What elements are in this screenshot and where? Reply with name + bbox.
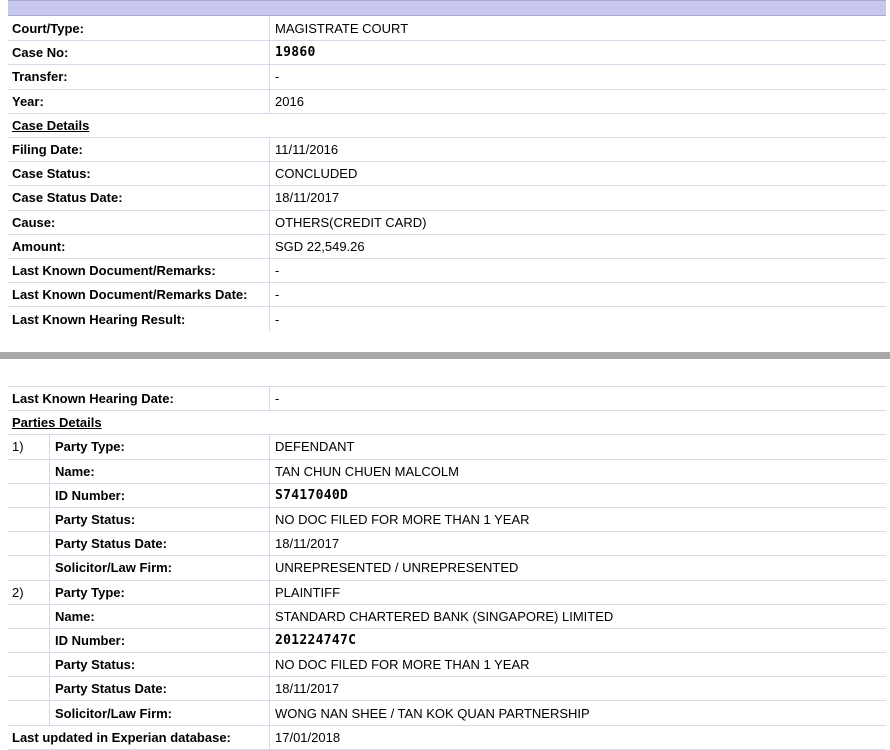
parties-heading-row: Parties Details xyxy=(8,411,886,436)
row-last-hearing-result: Last Known Hearing Result: - xyxy=(8,307,886,332)
last-hearing-date-value: - xyxy=(275,391,280,407)
last-updated-label: Last updated in Experian database: xyxy=(8,725,270,749)
party-number-cell xyxy=(8,677,50,701)
year-label: Year: xyxy=(8,89,270,113)
name-value: STANDARD CHARTERED BANK (SINGAPORE) LIMI… xyxy=(275,608,614,624)
transfer-label: Transfer: xyxy=(8,65,270,89)
name-label: Name: xyxy=(51,604,270,628)
filing-date-value: 11/11/2016 xyxy=(275,142,339,158)
amount-label: Amount: xyxy=(8,234,270,258)
row-last-hearing-date: Last Known Hearing Date: - xyxy=(8,387,886,412)
row-last-updated: Last updated in Experian database: 17/01… xyxy=(8,725,886,750)
row-court-type: Court/Type: MAGISTRATE COURT xyxy=(8,17,886,42)
party-2-solicitor-row: Solicitor/Law Firm: WONG NAN SHEE / TAN … xyxy=(8,701,886,726)
party-number-cell xyxy=(8,653,50,677)
row-transfer: Transfer: - xyxy=(8,65,886,90)
party-status-date-label: Party Status Date: xyxy=(51,532,270,556)
row-case-status: Case Status: CONCLUDED xyxy=(8,162,886,187)
solicitor-label: Solicitor/Law Firm: xyxy=(51,701,270,725)
case-status-value: CONCLUDED xyxy=(275,166,358,182)
case-status-label: Case Status: xyxy=(8,162,270,186)
party-1-solicitor-row: Solicitor/Law Firm: UNREPRESENTED / UNRE… xyxy=(8,556,886,581)
party-number-cell xyxy=(8,556,50,580)
party-1-type-row: 1) Party Type: DEFENDANT xyxy=(8,435,886,460)
cause-value: OTHERS(CREDIT CARD) xyxy=(275,214,427,230)
last-hearing-result-label: Last Known Hearing Result: xyxy=(8,307,270,332)
parties-heading: Parties Details xyxy=(12,415,102,431)
row-last-doc-date: Last Known Document/Remarks Date: - xyxy=(8,283,886,308)
row-amount: Amount: SGD 22,549.26 xyxy=(8,234,886,259)
case-table-top: Court/Type: MAGISTRATE COURT Case No: 19… xyxy=(8,17,886,332)
party-status-label: Party Status: xyxy=(51,507,270,532)
last-doc-date-value: - xyxy=(275,287,280,303)
table-header-bar xyxy=(8,0,886,16)
party-1-id-row: ID Number: S7417040D xyxy=(8,483,886,508)
case-details-heading-row: Case Details xyxy=(8,114,886,138)
name-value: TAN CHUN CHUEN MALCOLM xyxy=(275,463,459,479)
last-doc-label: Last Known Document/Remarks: xyxy=(8,258,270,283)
party-type-value: PLAINTIFF xyxy=(275,584,341,600)
case-details-heading: Case Details xyxy=(12,117,90,133)
party-number-cell xyxy=(8,701,50,725)
id-number-label: ID Number: xyxy=(51,628,270,653)
party-1-status-row: Party Status: NO DOC FILED FOR MORE THAN… xyxy=(8,507,886,533)
case-status-date-label: Case Status Date: xyxy=(8,186,270,210)
last-updated-value: 17/01/2018 xyxy=(275,729,341,745)
row-case-status-date: Case Status Date: 18/11/2017 xyxy=(8,186,886,211)
party-2-status-row: Party Status: NO DOC FILED FOR MORE THAN… xyxy=(8,653,886,678)
party-type-label: Party Type: xyxy=(51,580,270,604)
party-2-status-date-row: Party Status Date: 18/11/2017 xyxy=(8,677,886,702)
party-status-date-label: Party Status Date: xyxy=(51,677,270,701)
case-no-label: Case No: xyxy=(8,41,270,65)
party-2-name-row: Name: STANDARD CHARTERED BANK (SINGAPORE… xyxy=(8,604,886,629)
case-no-value: 19860 xyxy=(275,45,316,61)
party-type-label: Party Type: xyxy=(51,435,270,459)
party-status-date-value: 18/11/2017 xyxy=(275,536,340,552)
last-doc-value: - xyxy=(275,262,280,278)
solicitor-label: Solicitor/Law Firm: xyxy=(51,556,270,580)
party-status-date-value: 18/11/2017 xyxy=(275,681,340,697)
court-type-label: Court/Type: xyxy=(8,17,270,41)
last-doc-date-label: Last Known Document/Remarks Date: xyxy=(8,283,270,307)
id-number-label: ID Number: xyxy=(51,483,270,507)
name-label: Name: xyxy=(51,459,270,483)
court-type-value: MAGISTRATE COURT xyxy=(275,21,409,37)
party-number-cell xyxy=(8,507,50,532)
year-value: 2016 xyxy=(275,93,304,109)
filing-date-label: Filing Date: xyxy=(8,137,270,162)
case-table-bottom: Last Known Hearing Date: - Parties Detai… xyxy=(8,386,886,750)
last-hearing-date-label: Last Known Hearing Date: xyxy=(8,387,270,411)
party-status-value: NO DOC FILED FOR MORE THAN 1 YEAR xyxy=(275,512,530,528)
page-break-divider xyxy=(0,352,890,359)
solicitor-value: WONG NAN SHEE / TAN KOK QUAN PARTNERSHIP xyxy=(275,705,590,721)
party-number-cell xyxy=(8,532,50,556)
row-filing-date: Filing Date: 11/11/2016 xyxy=(8,137,886,163)
row-cause: Cause: OTHERS(CREDIT CARD) xyxy=(8,210,886,235)
party-1-status-date-row: Party Status Date: 18/11/2017 xyxy=(8,532,886,557)
party-number-cell xyxy=(8,604,50,628)
cause-label: Cause: xyxy=(8,210,270,234)
party-number-cell xyxy=(8,483,50,507)
party-status-value: NO DOC FILED FOR MORE THAN 1 YEAR xyxy=(275,657,530,673)
case-status-date-value: 18/11/2017 xyxy=(275,190,340,206)
solicitor-value: UNREPRESENTED / UNREPRESENTED xyxy=(275,560,519,576)
amount-value: SGD 22,549.26 xyxy=(275,238,365,254)
party-status-label: Party Status: xyxy=(51,653,270,677)
party-2-id-row: ID Number: 201224747C xyxy=(8,628,886,654)
transfer-value: - xyxy=(275,69,280,85)
row-last-doc: Last Known Document/Remarks: - xyxy=(8,258,886,284)
party-2-number: 2) xyxy=(8,580,50,604)
row-year: Year: 2016 xyxy=(8,89,886,114)
party-2-type-row: 2) Party Type: PLAINTIFF xyxy=(8,580,886,605)
id-number-value: S7417040D xyxy=(275,487,349,503)
party-number-cell xyxy=(8,459,50,483)
party-number-cell xyxy=(8,628,50,653)
party-1-name-row: Name: TAN CHUN CHUEN MALCOLM xyxy=(8,459,886,484)
party-1-number: 1) xyxy=(8,435,50,459)
party-type-value: DEFENDANT xyxy=(275,439,355,455)
last-hearing-result-value: - xyxy=(275,311,280,327)
row-case-no: Case No: 19860 xyxy=(8,41,886,66)
id-number-value: 201224747C xyxy=(275,632,357,648)
